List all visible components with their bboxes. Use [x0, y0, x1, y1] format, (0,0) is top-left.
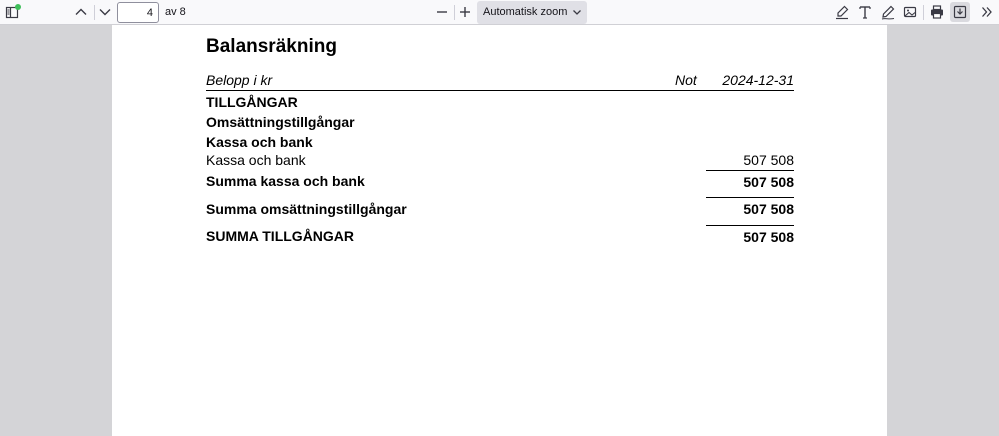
minus-icon: [437, 11, 447, 13]
zoom-in-button[interactable]: [455, 2, 475, 22]
row-label-cash-bank: Kassa och bank: [206, 152, 306, 168]
printer-icon: [931, 5, 943, 19]
next-page-button[interactable]: [95, 2, 115, 22]
pen-icon: [881, 5, 895, 20]
page-title: Balansräkning: [206, 36, 337, 57]
add-image-button[interactable]: [900, 2, 920, 22]
row-value-sum-current-assets: 507 508: [743, 201, 794, 217]
chevron-up-icon: [75, 8, 87, 15]
highlighter-icon: [836, 5, 849, 20]
pdf-page: Balansräkning Belopp i kr Not 2024-12-31…: [112, 25, 887, 436]
row-label-total-assets: SUMMA TILLGÅNGAR: [206, 228, 355, 244]
section-heading-current-assets: Omsättningstillgångar: [206, 114, 355, 130]
section-heading-cash-bank: Kassa och bank: [206, 134, 313, 150]
notification-badge: [15, 4, 21, 10]
draw-button[interactable]: [878, 2, 898, 22]
zoom-select[interactable]: Automatisk zoom: [477, 1, 587, 24]
zoom-out-button[interactable]: [432, 2, 452, 22]
page-count-label: av 8: [165, 6, 186, 18]
previous-page-button[interactable]: [71, 2, 91, 22]
pdf-toolbar: av 8 Automatisk zoom: [0, 0, 999, 25]
sum-rule: [706, 197, 794, 198]
chevron-down-icon: [573, 10, 581, 15]
column-header-note: Not: [675, 72, 697, 88]
column-header-label: Belopp i kr: [206, 72, 273, 88]
row-label-sum-current-assets: Summa omsättningstillgångar: [206, 201, 407, 217]
save-button[interactable]: [950, 2, 970, 22]
save-download-icon: [953, 5, 967, 19]
sum-rule: [706, 225, 794, 226]
row-value-total-assets: 507 508: [743, 229, 794, 245]
row-label-sum-cash-bank: Summa kassa och bank: [206, 173, 365, 189]
more-tools-button[interactable]: [977, 2, 997, 22]
double-chevron-right-icon: [982, 7, 992, 17]
column-header-date: 2024-12-31: [722, 72, 794, 88]
print-button[interactable]: [927, 2, 947, 22]
image-icon: [903, 6, 917, 18]
row-value-sum-cash-bank: 507 508: [743, 174, 794, 190]
header-rule: [206, 90, 794, 91]
page-number-input[interactable]: [117, 2, 159, 23]
zoom-value: Automatisk zoom: [483, 6, 568, 18]
add-text-button[interactable]: [855, 2, 875, 22]
highlight-button[interactable]: [832, 2, 852, 22]
section-heading-assets: TILLGÅNGAR: [206, 94, 298, 110]
chevron-down-icon: [99, 9, 111, 16]
sum-rule: [706, 170, 794, 171]
plus-icon: [460, 7, 470, 17]
toolbar-separator: [923, 5, 924, 20]
sidebar-toggle-icon[interactable]: [3, 2, 23, 22]
row-value-cash-bank: 507 508: [743, 152, 794, 168]
text-icon: [859, 6, 871, 19]
